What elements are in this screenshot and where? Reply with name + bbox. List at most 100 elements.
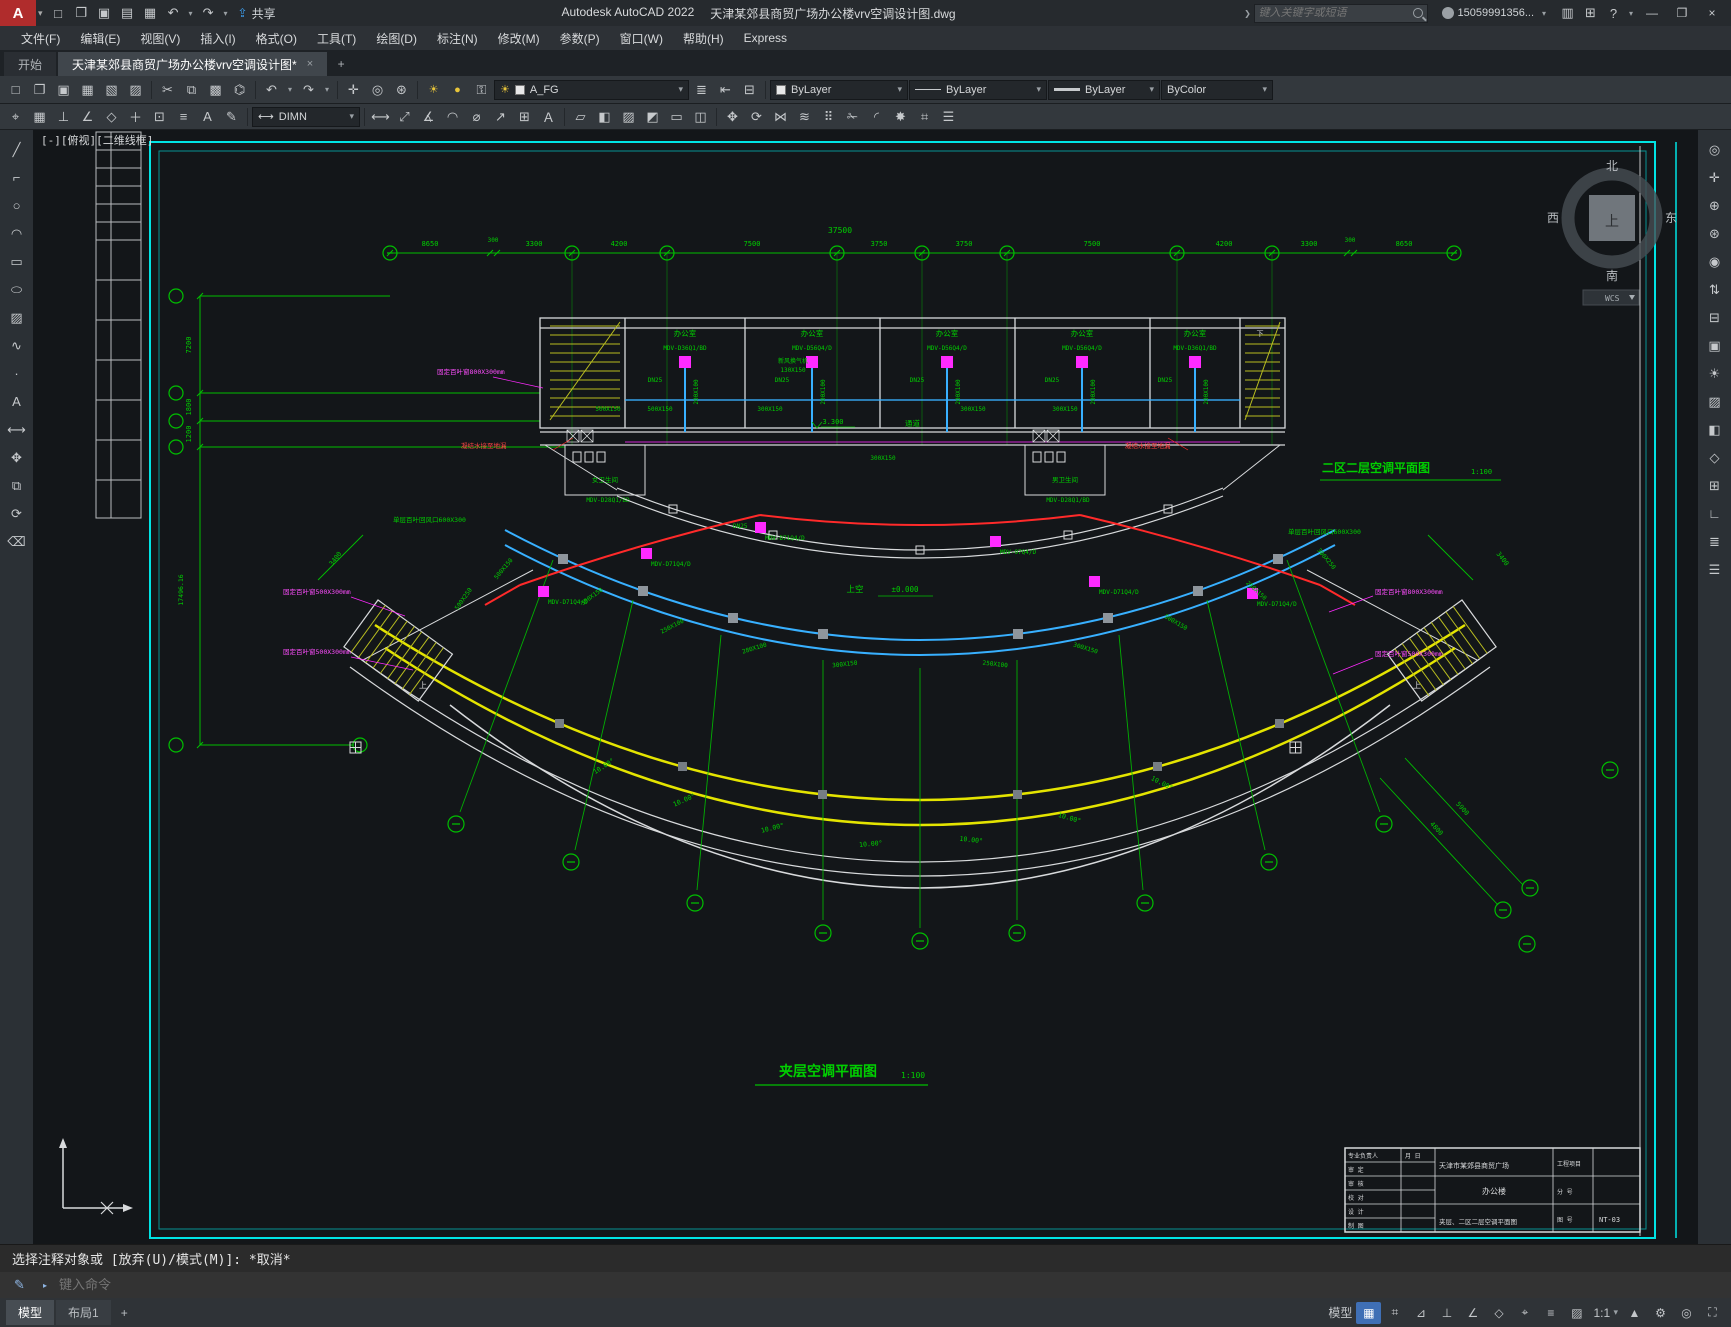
redo-icon[interactable]: ↷ <box>197 3 220 23</box>
undo-icon[interactable]: ↶ <box>162 3 185 23</box>
snap-icon[interactable]: ⌖ <box>4 107 27 127</box>
arc-tool-icon[interactable]: ◠ <box>4 222 29 245</box>
copy-tool-icon[interactable]: ⧉ <box>4 474 29 497</box>
dim-linear-icon[interactable]: ⟷ <box>369 107 392 127</box>
account-menu[interactable]: 15059991356... ▾ <box>1441 3 1550 23</box>
rectangle-tool-icon[interactable]: ▭ <box>4 250 29 273</box>
command-history[interactable]: 选择注释对象或 [放弃(U)/模式(M)]: *取消* <box>0 1244 1731 1272</box>
plot-icon[interactable]: ▦ <box>76 80 99 100</box>
layer-on-icon[interactable]: ☀ <box>422 80 445 100</box>
fillet-icon[interactable]: ◜ <box>865 107 888 127</box>
rotate-tool-icon[interactable]: ⟳ <box>4 502 29 525</box>
menu-edit[interactable]: 编辑(E) <box>71 27 129 50</box>
plot-icon[interactable]: ▦ <box>139 3 162 23</box>
redo-arrow-icon[interactable]: ▾ <box>220 3 232 23</box>
gradient-icon[interactable]: ◩ <box>641 107 664 127</box>
layer-states-icon[interactable]: ⊟ <box>738 80 761 100</box>
layer-bulb-icon[interactable]: ● <box>446 80 469 100</box>
polar-icon[interactable]: ∠ <box>76 107 99 127</box>
command-input[interactable] <box>59 1277 1723 1293</box>
close-button[interactable]: × <box>1697 1 1727 25</box>
ortho-toggle-icon[interactable]: ⊥ <box>1434 1302 1459 1324</box>
point-tool-icon[interactable]: · <box>4 362 29 385</box>
pan-tool-icon[interactable]: ✛ <box>1702 166 1727 189</box>
text-style-icon[interactable]: A <box>196 107 219 127</box>
visual-style-icon[interactable]: ◇ <box>1702 446 1727 469</box>
hatch-tool-icon[interactable]: ▨ <box>4 306 29 329</box>
mtext-icon[interactable]: Ａ <box>537 107 560 127</box>
new-tab-button[interactable]: + <box>329 52 353 76</box>
command-arrow-icon[interactable]: ▸ <box>39 1275 51 1295</box>
explode-icon[interactable]: ✸ <box>889 107 912 127</box>
color-combo[interactable]: ByLayer ▾ <box>770 79 908 100</box>
tab-close-icon[interactable]: × <box>307 58 313 70</box>
save-as-icon[interactable]: ▤ <box>116 3 139 23</box>
help-arrow-icon[interactable]: ▾ <box>1625 3 1637 23</box>
polyline-tool-icon[interactable]: ⌐ <box>4 166 29 189</box>
infer-toggle-icon[interactable]: ⊿ <box>1408 1302 1433 1324</box>
layer-properties-icon[interactable]: ≣ <box>690 80 713 100</box>
materials-tool-icon[interactable]: ▨ <box>1702 390 1727 413</box>
hatch-icon[interactable]: ▨ <box>617 107 640 127</box>
isodraft-toggle-icon[interactable]: ◇ <box>1486 1302 1511 1324</box>
ucs-tool-icon[interactable]: ∟ <box>1702 502 1727 525</box>
table-icon[interactable]: ⊞ <box>513 107 536 127</box>
layout1-tab[interactable]: 布局1 <box>56 1300 111 1325</box>
maximize-button[interactable]: ❐ <box>1667 1 1697 25</box>
plotstyle-combo[interactable]: ByColor ▾ <box>1161 79 1273 100</box>
menu-express[interactable]: Express <box>735 28 796 48</box>
walk-tool-icon[interactable]: ⇅ <box>1702 278 1727 301</box>
orbit-tool-icon[interactable]: ⊛ <box>1702 222 1727 245</box>
text-tool-icon[interactable]: A <box>4 390 29 413</box>
insert-block-icon[interactable]: ◧ <box>593 107 616 127</box>
viewcube-west[interactable]: 西 <box>1547 211 1559 225</box>
menu-insert[interactable]: 插入(I) <box>191 27 244 50</box>
cart-icon[interactable]: ▥ <box>1556 3 1579 23</box>
transparency-toggle-icon[interactable]: ▨ <box>1564 1302 1589 1324</box>
block-icon[interactable]: ▱ <box>569 107 592 127</box>
annotation-visibility-icon[interactable]: ▲ <box>1622 1302 1647 1324</box>
paste-icon[interactable]: ▩ <box>204 80 227 100</box>
layer-combo[interactable]: ☀ A_FG ▾ <box>494 79 689 100</box>
titlebar-chevron-icon[interactable]: ❯ <box>1242 3 1254 23</box>
layer-lock-icon[interactable]: ⚿ <box>470 80 493 100</box>
render-tool-icon[interactable]: ◧ <box>1702 418 1727 441</box>
annotation-scale-control[interactable]: 1:1 ▾ <box>1590 1302 1621 1324</box>
dimstyle-combo[interactable]: ⟷ DIMN ▾ <box>252 106 360 127</box>
menu-window[interactable]: 窗口(W) <box>611 27 672 50</box>
menu-format[interactable]: 格式(O) <box>247 27 306 50</box>
layers-panel-icon[interactable]: ≣ <box>1702 530 1727 553</box>
app-logo-icon[interactable]: A <box>0 0 36 26</box>
lineweight-toggle-icon[interactable]: ≡ <box>1538 1302 1563 1324</box>
menu-dimension[interactable]: 标注(N) <box>428 27 487 50</box>
minimize-button[interactable]: — <box>1637 1 1667 25</box>
undo-icon[interactable]: ↶ <box>260 80 283 100</box>
dimension-tool-icon[interactable]: ⟷ <box>4 418 29 441</box>
share-button[interactable]: ⇪ 共享 <box>238 5 276 22</box>
undo-list-icon[interactable]: ▾ <box>284 80 296 100</box>
grid-icon[interactable]: ▦ <box>28 107 51 127</box>
cut-icon[interactable]: ✂ <box>156 80 179 100</box>
look-tool-icon[interactable]: ◉ <box>1702 250 1727 273</box>
save-icon[interactable]: ▣ <box>52 80 75 100</box>
layer-previous-icon[interactable]: ⇤ <box>714 80 737 100</box>
menu-draw[interactable]: 绘图(D) <box>367 27 426 50</box>
edit-icon[interactable]: ✎ <box>220 107 243 127</box>
open-file-icon[interactable]: ❐ <box>70 3 93 23</box>
boundary-icon[interactable]: ▭ <box>665 107 688 127</box>
grid-toggle-icon[interactable]: ▦ <box>1356 1301 1382 1324</box>
line-tool-icon[interactable]: ╱ <box>4 138 29 161</box>
snap-toggle-icon[interactable]: ⌗ <box>1382 1302 1407 1324</box>
workspace-switch-icon[interactable]: ⚙ <box>1648 1302 1673 1324</box>
menu-view[interactable]: 视图(V) <box>131 27 189 50</box>
apps-icon[interactable]: ⊞ <box>1579 3 1602 23</box>
menu-parametric[interactable]: 参数(P) <box>551 27 609 50</box>
dyn-input-icon[interactable]: ⊡ <box>148 107 171 127</box>
view-manager-icon[interactable]: ⊞ <box>1702 474 1727 497</box>
spline-tool-icon[interactable]: ∿ <box>4 334 29 357</box>
save-icon[interactable]: ▣ <box>93 3 116 23</box>
menu-help[interactable]: 帮助(H) <box>674 27 733 50</box>
tab-drawing[interactable]: 天津某郊县商贸广场办公楼vrv空调设计图* × <box>58 52 328 76</box>
model-space-toggle[interactable]: 模型 <box>1325 1302 1355 1324</box>
move-tool-icon[interactable]: ✥ <box>4 446 29 469</box>
